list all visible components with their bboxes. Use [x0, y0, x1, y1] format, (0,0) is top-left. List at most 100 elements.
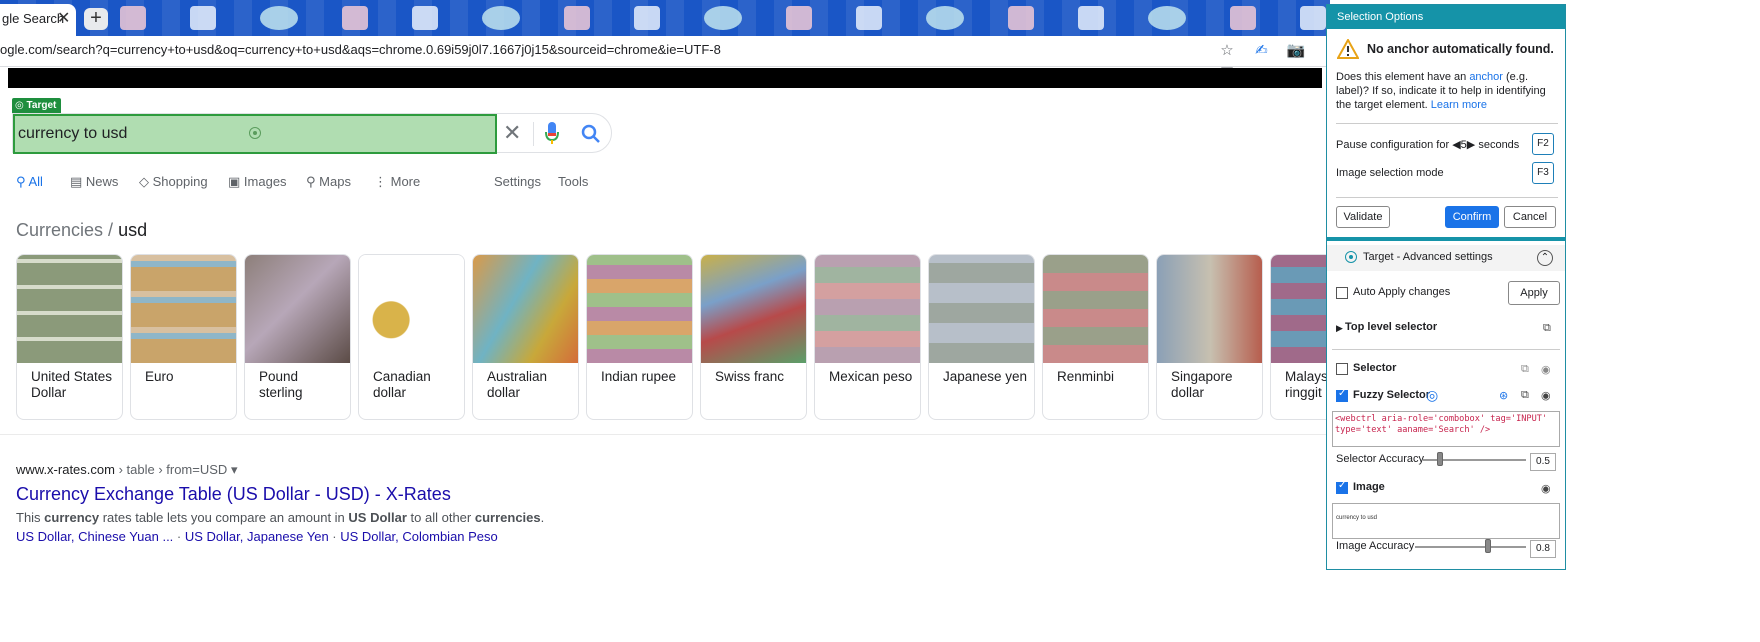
active-tab[interactable]: gle Search ✕	[0, 4, 76, 36]
currency-card[interactable]: Malaysian ringgit	[1270, 254, 1328, 420]
selector-checkbox[interactable]	[1336, 363, 1348, 375]
star-icon[interactable]: ☆	[1216, 40, 1238, 62]
advanced-settings-title: Target - Advanced settings	[1363, 251, 1493, 263]
currency-name: Euro	[145, 369, 174, 384]
image-accuracy-track[interactable]	[1415, 546, 1526, 548]
target-tag: ◎ Target	[12, 98, 62, 113]
heading-prefix: Currencies	[16, 220, 104, 240]
currency-card[interactable]: Swiss franc	[700, 254, 807, 420]
image-mode-hotkey-button[interactable]: F3	[1532, 162, 1554, 184]
close-icon[interactable]: ✕	[57, 9, 70, 29]
tab-all[interactable]: ⚲ All	[16, 174, 43, 190]
sitelink[interactable]: US Dollar, Chinese Yuan ...	[16, 529, 173, 544]
image-mode-label: Image selection mode	[1336, 167, 1444, 179]
address-bar[interactable]: ogle.com/search?q=currency+to+usd&oq=cur…	[0, 42, 721, 57]
auto-apply-checkbox[interactable]	[1336, 287, 1348, 299]
sitelink[interactable]: US Dollar, Colombian Peso	[340, 529, 498, 544]
target-icon[interactable]: ◎	[1426, 387, 1438, 404]
tab-title: gle Search	[2, 11, 65, 26]
currency-image	[473, 255, 578, 363]
currency-card[interactable]: Japanese yen	[928, 254, 1035, 420]
currency-name: Indian rupee	[601, 369, 677, 384]
tab-shopping[interactable]: ◇ Shopping	[139, 174, 208, 190]
selector-accuracy-slider[interactable]	[1437, 452, 1443, 466]
uipath-icon[interactable]: ✍	[1250, 40, 1272, 62]
tab-more[interactable]: ⋮ More	[374, 174, 420, 190]
currency-card[interactable]: Indian rupee	[586, 254, 693, 420]
currency-image	[815, 255, 920, 363]
currency-card[interactable]: Euro	[130, 254, 237, 420]
image-accuracy-slider[interactable]	[1485, 539, 1491, 553]
tab-tools[interactable]: Tools	[558, 174, 588, 189]
currency-card[interactable]: Renminbi	[1042, 254, 1149, 420]
apply-button[interactable]: Apply	[1508, 281, 1560, 305]
fuzzy-selector-checkbox[interactable]	[1336, 388, 1348, 402]
globe-icon[interactable]: ⊛	[1499, 389, 1508, 402]
camera-icon[interactable]: 📷	[1285, 40, 1307, 62]
tab-news[interactable]: ▤ News	[70, 174, 118, 190]
currency-image	[1043, 255, 1148, 363]
anchor-link[interactable]: anchor	[1469, 71, 1503, 83]
tab-maps-label: Maps	[319, 174, 351, 189]
divider	[1336, 123, 1558, 124]
chevron-down-icon[interactable]: ▾	[231, 462, 238, 477]
sitelink[interactable]: US Dollar, Japanese Yen	[185, 529, 329, 544]
snippet-text: .	[540, 510, 545, 525]
pin-icon: ⚲	[306, 174, 316, 189]
currency-card[interactable]: United States Dollar	[16, 254, 123, 420]
new-tab-button[interactable]: +	[84, 8, 108, 30]
cancel-button[interactable]: Cancel	[1504, 206, 1556, 228]
snippet-text: rates table lets you compare an amount i…	[99, 510, 349, 525]
copy-icon[interactable]: ⧉	[1521, 363, 1529, 376]
heading-sep: /	[108, 220, 114, 240]
microphone-icon[interactable]	[545, 120, 559, 146]
currency-image	[587, 255, 692, 363]
currency-image	[929, 255, 1034, 363]
eye-icon[interactable]: ◉	[1541, 389, 1551, 402]
image-checkbox[interactable]	[1336, 480, 1348, 494]
search-icon[interactable]	[581, 124, 601, 144]
background-tabs[interactable]	[120, 6, 1330, 32]
image-accuracy-input[interactable]: 0.8	[1530, 540, 1556, 558]
snippet-bold: currencies	[474, 510, 541, 525]
pause-label: Pause configuration for	[1336, 139, 1450, 151]
eye-icon[interactable]: ◉	[1541, 363, 1551, 376]
currency-card[interactable]: Singapore dollar	[1156, 254, 1263, 420]
fuzzy-selector-editor[interactable]: <webctrl aria-role='combobox' tag='INPUT…	[1332, 411, 1560, 447]
fuzzy-selector-label: Fuzzy Selector	[1353, 389, 1431, 401]
currency-card[interactable]: Canadian dollar	[358, 254, 465, 420]
copy-icon[interactable]: ⧉	[1521, 389, 1529, 402]
clear-icon[interactable]: ✕	[503, 120, 521, 146]
tab-more-label: More	[390, 174, 421, 189]
top-level-selector-label[interactable]: Top level selector	[1345, 321, 1437, 333]
currency-card[interactable]: Australian dollar	[472, 254, 579, 420]
advanced-settings-header[interactable]: Target - Advanced settings ⌃	[1327, 245, 1565, 271]
tab-images[interactable]: ▣ Images	[228, 174, 287, 190]
confirm-button[interactable]: Confirm	[1445, 206, 1499, 228]
tab-all-label: All	[28, 174, 43, 189]
increase-icon[interactable]: ▶	[1467, 139, 1475, 151]
tab-images-label: Images	[243, 174, 287, 189]
selector-accuracy-label: Selector Accuracy	[1336, 453, 1425, 465]
pause-hotkey-button[interactable]: F2	[1532, 133, 1554, 155]
sitelink-separator: ·	[328, 529, 341, 544]
currency-card[interactable]: Mexican peso	[814, 254, 921, 420]
copy-icon[interactable]: ⧉	[1543, 322, 1551, 335]
learn-more-link[interactable]: Learn more	[1431, 99, 1487, 111]
result-url[interactable]: www.x-rates.com › table › from=USD ▾	[16, 462, 237, 478]
result-title-link[interactable]: Currency Exchange Table (US Dollar - USD…	[16, 484, 451, 505]
eye-icon[interactable]: ◉	[1541, 482, 1551, 495]
browser-toolbar: ogle.com/search?q=currency+to+usd&oq=cur…	[0, 36, 1330, 81]
chevron-up-icon[interactable]: ⌃	[1537, 250, 1553, 266]
warning-icon	[1337, 39, 1359, 59]
validate-button[interactable]: Validate	[1336, 206, 1390, 228]
decrease-icon[interactable]: ◀	[1452, 139, 1460, 151]
currency-image	[1157, 255, 1262, 363]
currency-carousel: United States Dollar Euro Pound sterling…	[16, 254, 1328, 424]
currency-card[interactable]: Pound sterling	[244, 254, 351, 420]
expand-icon[interactable]: ▶	[1336, 323, 1343, 334]
tab-maps[interactable]: ⚲ Maps	[306, 174, 351, 190]
selector-accuracy-input[interactable]: 0.5	[1530, 453, 1556, 471]
snippet-bold: currency	[44, 510, 100, 525]
tab-settings[interactable]: Settings	[494, 174, 541, 189]
